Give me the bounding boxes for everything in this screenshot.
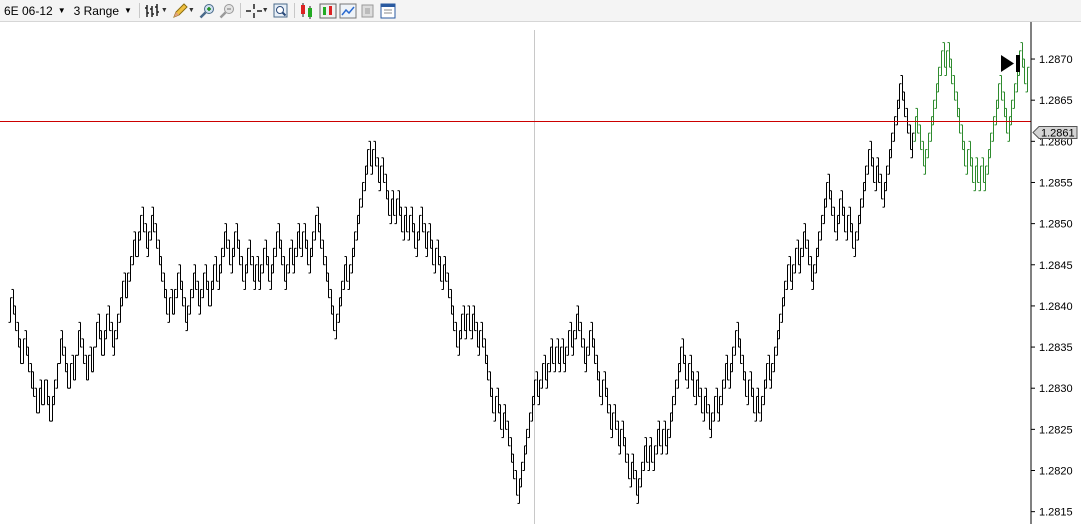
indicators-icon[interactable]	[298, 0, 318, 21]
zoom-out-icon[interactable]	[217, 0, 237, 21]
toolbar-separator	[293, 3, 295, 18]
y-tick-label: 1.2855	[1039, 177, 1073, 189]
chevron-down-icon[interactable]: ▼	[161, 7, 168, 14]
y-tick-label: 1.2815	[1039, 507, 1073, 519]
crosshair-icon[interactable]	[244, 0, 264, 21]
y-tick-label: 1.2825	[1039, 424, 1073, 436]
properties-icon[interactable]	[358, 0, 378, 21]
y-tick-label: 1.2870	[1039, 54, 1073, 66]
toolbar-separator	[138, 3, 140, 18]
instrument-label: 6E 06-12	[4, 3, 53, 18]
y-tick-label: 1.2840	[1039, 301, 1073, 313]
instrument-selector[interactable]: 6E 06-12 ▼	[0, 0, 70, 21]
pencil-icon[interactable]	[170, 0, 190, 21]
price-chart[interactable]: 1.28701.28651.28601.28551.28501.28451.28…	[0, 22, 1081, 524]
bar-style-icon[interactable]	[143, 0, 163, 21]
y-tick-label: 1.2865	[1039, 95, 1073, 107]
strategies-icon[interactable]	[318, 0, 338, 21]
current-price-marker: 1.2861	[1032, 126, 1078, 140]
y-tick-label: 1.2835	[1039, 342, 1073, 354]
chart-trader-icon[interactable]	[338, 0, 358, 21]
chevron-down-icon[interactable]: ▼	[188, 7, 195, 14]
toolbar-separator	[239, 3, 241, 18]
chevron-down-icon: ▼	[124, 6, 132, 15]
y-tick-label: 1.2820	[1039, 466, 1073, 478]
period-selector[interactable]: 3 Range ▼	[70, 0, 136, 21]
data-box-icon[interactable]	[271, 0, 291, 21]
end-bar-icon	[1016, 55, 1020, 72]
y-tick-label: 1.2830	[1039, 383, 1073, 395]
chart-background	[0, 22, 1081, 524]
window-icon[interactable]	[378, 0, 398, 21]
chevron-down-icon: ▼	[57, 6, 66, 15]
current-price-label: 1.2861	[1041, 128, 1075, 140]
y-tick-label: 1.2845	[1039, 260, 1073, 272]
chart-toolbar: 6E 06-12 ▼ 3 Range ▼ ▼ ▼ ▼	[0, 0, 1081, 22]
chevron-down-icon[interactable]: ▼	[262, 7, 269, 14]
zoom-in-icon[interactable]	[197, 0, 217, 21]
period-label: 3 Range	[73, 3, 119, 18]
y-tick-label: 1.2850	[1039, 219, 1073, 231]
